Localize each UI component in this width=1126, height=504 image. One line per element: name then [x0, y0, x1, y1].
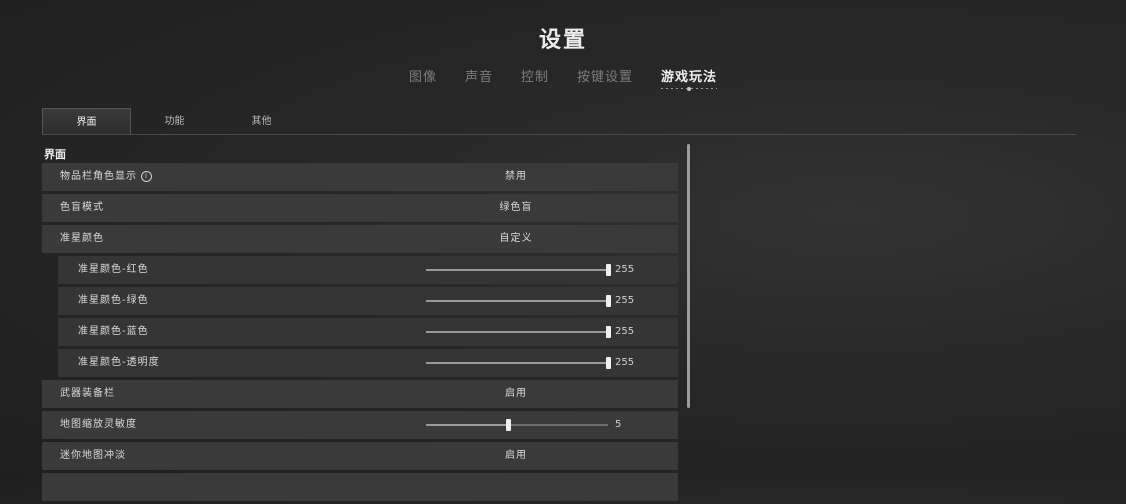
- settings-list: 物品栏角色显示 i 禁用 色盲模式 绿色盲 准星颜色 自定义 准星颜色-红色 25…: [42, 163, 678, 504]
- slider-value: 255: [615, 264, 635, 275]
- setting-label: 地图缩放灵敏度: [60, 419, 137, 430]
- slider-fill: [426, 424, 508, 426]
- setting-colorblind-mode[interactable]: 色盲模式 绿色盲: [42, 194, 678, 222]
- section-heading: 界面: [44, 148, 66, 161]
- setting-crosshair-blue: 准星颜色-蓝色 255: [58, 318, 678, 346]
- setting-row-partial[interactable]: [42, 473, 678, 501]
- crosshair-red-slider[interactable]: [426, 264, 611, 276]
- setting-label: 色盲模式: [60, 202, 104, 213]
- setting-minimap-fade[interactable]: 迷你地图冲淡 启用: [42, 442, 678, 470]
- slider-fill: [426, 300, 608, 302]
- setting-crosshair-red: 准星颜色-红色 255: [58, 256, 678, 284]
- slider-thumb[interactable]: [606, 264, 611, 276]
- tab-gameplay[interactable]: 游戏玩法: [661, 66, 718, 91]
- slider-value: 255: [615, 357, 635, 368]
- tab-keybindings[interactable]: 按键设置: [577, 66, 633, 89]
- settings-scrollbar[interactable]: [687, 144, 690, 408]
- crosshair-green-slider[interactable]: [426, 295, 611, 307]
- map-zoom-slider[interactable]: [426, 419, 608, 431]
- setting-label: 准星颜色-红色: [78, 264, 149, 275]
- crosshair-opacity-slider[interactable]: [426, 357, 611, 369]
- slider-thumb[interactable]: [505, 419, 511, 431]
- slider-value: 255: [615, 326, 635, 337]
- setting-weapon-bar[interactable]: 武器装备栏 启用: [42, 380, 678, 408]
- tab-sound[interactable]: 声音: [465, 66, 493, 89]
- setting-inventory-character-display[interactable]: 物品栏角色显示 i 禁用: [42, 163, 678, 191]
- setting-label: 准星颜色-透明度: [78, 357, 160, 368]
- setting-value[interactable]: 启用: [442, 442, 590, 470]
- slider-fill: [426, 331, 608, 333]
- setting-label: 准星颜色: [60, 233, 104, 244]
- slider-thumb[interactable]: [606, 295, 611, 307]
- subtab-functions[interactable]: 功能: [131, 108, 218, 133]
- tab-gameplay-label: 游戏玩法: [661, 70, 718, 85]
- settings-title: 设置: [538, 28, 587, 53]
- slider-value: 5: [615, 419, 622, 430]
- tab-graphics[interactable]: 图像: [409, 66, 437, 89]
- slider-value: 255: [615, 295, 635, 306]
- setting-label: 准星颜色-蓝色: [78, 326, 149, 337]
- slider-thumb[interactable]: [606, 326, 611, 338]
- setting-label: 迷你地图冲淡: [60, 450, 126, 461]
- slider-thumb[interactable]: [606, 357, 611, 369]
- setting-value[interactable]: 禁用: [442, 163, 590, 191]
- active-tab-indicator: [687, 87, 692, 91]
- slider-fill: [426, 362, 608, 364]
- slider-fill: [426, 269, 608, 271]
- crosshair-blue-slider[interactable]: [426, 326, 611, 338]
- tab-controls[interactable]: 控制: [521, 66, 549, 89]
- sub-tabs: 界面 功能 其他: [42, 108, 1076, 135]
- subtab-other[interactable]: 其他: [218, 108, 305, 133]
- setting-map-zoom-sensitivity: 地图缩放灵敏度 5: [42, 411, 678, 439]
- info-icon[interactable]: i: [141, 170, 152, 182]
- setting-crosshair-green: 准星颜色-绿色 255: [58, 287, 678, 315]
- setting-label-text: 物品栏角色显示: [60, 171, 137, 182]
- setting-crosshair-opacity: 准星颜色-透明度 255: [58, 349, 678, 377]
- setting-label: 准星颜色-绿色: [78, 295, 149, 306]
- setting-value[interactable]: 启用: [442, 380, 590, 408]
- setting-value[interactable]: 绿色盲: [442, 194, 590, 222]
- main-tabs: 图像 声音 控制 按键设置 游戏玩法: [0, 66, 1126, 91]
- setting-value[interactable]: 自定义: [442, 225, 590, 253]
- setting-label: 物品栏角色显示 i: [60, 163, 152, 191]
- subtab-interface[interactable]: 界面: [42, 108, 131, 134]
- setting-label: 武器装备栏: [60, 388, 115, 399]
- setting-crosshair-color[interactable]: 准星颜色 自定义: [42, 225, 678, 253]
